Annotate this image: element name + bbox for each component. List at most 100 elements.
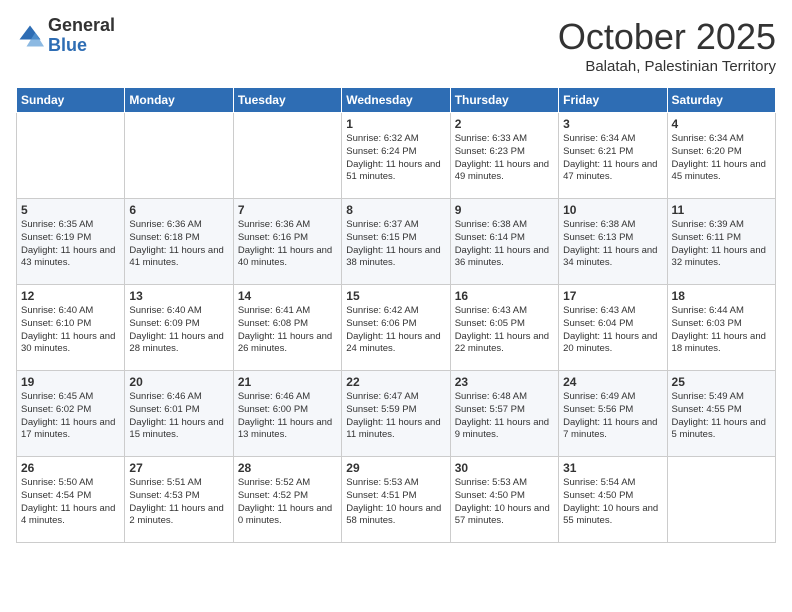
- day-number: 23: [455, 375, 554, 389]
- calendar-cell: 17 Sunrise: 6:43 AM Sunset: 6:04 PM Dayli…: [559, 285, 667, 371]
- day-number: 10: [563, 203, 662, 217]
- day-info: Sunrise: 5:53 AM Sunset: 4:50 PM Dayligh…: [455, 477, 554, 528]
- day-number: 18: [672, 289, 771, 303]
- calendar-cell: 11 Sunrise: 6:39 AM Sunset: 6:11 PM Dayli…: [667, 199, 775, 285]
- page-header: General Blue October 2025 Balatah, Pales…: [16, 16, 776, 75]
- calendar-cell: 3 Sunrise: 6:34 AM Sunset: 6:21 PM Daylig…: [559, 113, 667, 199]
- calendar-cell: 29 Sunrise: 5:53 AM Sunset: 4:51 PM Dayli…: [342, 457, 450, 543]
- day-number: 30: [455, 461, 554, 475]
- day-info: Sunrise: 6:40 AM Sunset: 6:10 PM Dayligh…: [21, 305, 120, 356]
- day-info: Sunrise: 6:32 AM Sunset: 6:24 PM Dayligh…: [346, 133, 445, 184]
- logo-blue: Blue: [48, 35, 87, 55]
- calendar-cell: 19 Sunrise: 6:45 AM Sunset: 6:02 PM Dayli…: [17, 371, 125, 457]
- day-number: 31: [563, 461, 662, 475]
- calendar-table: SundayMondayTuesdayWednesdayThursdayFrid…: [16, 87, 776, 543]
- weekday-header-row: SundayMondayTuesdayWednesdayThursdayFrid…: [17, 88, 776, 113]
- calendar-cell: 25 Sunrise: 5:49 AM Sunset: 4:55 PM Dayli…: [667, 371, 775, 457]
- day-number: 17: [563, 289, 662, 303]
- calendar-cell: 1Sunrise: 6:32 AM Sunset: 6:24 PM Daylig…: [342, 113, 450, 199]
- day-info: Sunrise: 6:42 AM Sunset: 6:06 PM Dayligh…: [346, 305, 445, 356]
- day-number: 26: [21, 461, 120, 475]
- logo-general: General: [48, 15, 115, 35]
- calendar-cell: 12 Sunrise: 6:40 AM Sunset: 6:10 PM Dayli…: [17, 285, 125, 371]
- calendar-cell: 7 Sunrise: 6:36 AM Sunset: 6:16 PM Daylig…: [233, 199, 341, 285]
- day-number: 20: [129, 375, 228, 389]
- weekday-header-thursday: Thursday: [450, 88, 558, 113]
- calendar-cell: 4Sunrise: 6:34 AM Sunset: 6:20 PM Daylig…: [667, 113, 775, 199]
- day-number: 5: [21, 203, 120, 217]
- day-number: 25: [672, 375, 771, 389]
- day-number: 15: [346, 289, 445, 303]
- calendar-cell: 18Sunrise: 6:44 AM Sunset: 6:03 PM Dayli…: [667, 285, 775, 371]
- calendar-cell: 28Sunrise: 5:52 AM Sunset: 4:52 PM Dayli…: [233, 457, 341, 543]
- day-number: 6: [129, 203, 228, 217]
- day-info: Sunrise: 6:36 AM Sunset: 6:16 PM Dayligh…: [238, 219, 337, 270]
- calendar-cell: 15 Sunrise: 6:42 AM Sunset: 6:06 PM Dayli…: [342, 285, 450, 371]
- calendar-cell: 5Sunrise: 6:35 AM Sunset: 6:19 PM Daylig…: [17, 199, 125, 285]
- day-info: Sunrise: 6:41 AM Sunset: 6:08 PM Dayligh…: [238, 305, 337, 356]
- day-number: 9: [455, 203, 554, 217]
- calendar-cell: 13 Sunrise: 6:40 AM Sunset: 6:09 PM Dayli…: [125, 285, 233, 371]
- calendar-cell: [125, 113, 233, 199]
- day-info: Sunrise: 6:45 AM Sunset: 6:02 PM Dayligh…: [21, 391, 120, 442]
- calendar-cell: 21Sunrise: 6:46 AM Sunset: 6:00 PM Dayli…: [233, 371, 341, 457]
- weekday-header-tuesday: Tuesday: [233, 88, 341, 113]
- location: Balatah, Palestinian Territory: [558, 58, 776, 75]
- calendar-cell: 2 Sunrise: 6:33 AM Sunset: 6:23 PM Daylig…: [450, 113, 558, 199]
- calendar-week-row: 26Sunrise: 5:50 AM Sunset: 4:54 PM Dayli…: [17, 457, 776, 543]
- calendar-cell: 27Sunrise: 5:51 AM Sunset: 4:53 PM Dayli…: [125, 457, 233, 543]
- day-number: 19: [21, 375, 120, 389]
- day-info: Sunrise: 5:49 AM Sunset: 4:55 PM Dayligh…: [672, 391, 771, 442]
- calendar-week-row: 5Sunrise: 6:35 AM Sunset: 6:19 PM Daylig…: [17, 199, 776, 285]
- day-info: Sunrise: 5:51 AM Sunset: 4:53 PM Dayligh…: [129, 477, 228, 528]
- day-info: Sunrise: 6:33 AM Sunset: 6:23 PM Dayligh…: [455, 133, 554, 184]
- day-number: 8: [346, 203, 445, 217]
- day-number: 14: [238, 289, 337, 303]
- weekday-header-friday: Friday: [559, 88, 667, 113]
- month-title: October 2025: [558, 16, 776, 58]
- day-info: Sunrise: 6:36 AM Sunset: 6:18 PM Dayligh…: [129, 219, 228, 270]
- calendar-cell: 8Sunrise: 6:37 AM Sunset: 6:15 PM Daylig…: [342, 199, 450, 285]
- logo-icon: [16, 22, 44, 50]
- calendar-week-row: 19 Sunrise: 6:45 AM Sunset: 6:02 PM Dayli…: [17, 371, 776, 457]
- day-number: 28: [238, 461, 337, 475]
- day-number: 13: [129, 289, 228, 303]
- calendar-week-row: 12 Sunrise: 6:40 AM Sunset: 6:10 PM Dayli…: [17, 285, 776, 371]
- day-info: Sunrise: 6:46 AM Sunset: 6:01 PM Dayligh…: [129, 391, 228, 442]
- weekday-header-monday: Monday: [125, 88, 233, 113]
- weekday-header-sunday: Sunday: [17, 88, 125, 113]
- day-info: Sunrise: 6:43 AM Sunset: 6:05 PM Dayligh…: [455, 305, 554, 356]
- calendar-cell: [233, 113, 341, 199]
- day-number: 2: [455, 117, 554, 131]
- day-info: Sunrise: 5:53 AM Sunset: 4:51 PM Dayligh…: [346, 477, 445, 528]
- day-number: 11: [672, 203, 771, 217]
- calendar-cell: 20 Sunrise: 6:46 AM Sunset: 6:01 PM Dayli…: [125, 371, 233, 457]
- weekday-header-saturday: Saturday: [667, 88, 775, 113]
- logo-text: General Blue: [48, 16, 115, 56]
- calendar-cell: [17, 113, 125, 199]
- day-info: Sunrise: 5:54 AM Sunset: 4:50 PM Dayligh…: [563, 477, 662, 528]
- day-number: 24: [563, 375, 662, 389]
- day-number: 29: [346, 461, 445, 475]
- calendar-cell: 23 Sunrise: 6:48 AM Sunset: 5:57 PM Dayli…: [450, 371, 558, 457]
- day-number: 4: [672, 117, 771, 131]
- day-info: Sunrise: 6:34 AM Sunset: 6:21 PM Dayligh…: [563, 133, 662, 184]
- calendar-cell: 24Sunrise: 6:49 AM Sunset: 5:56 PM Dayli…: [559, 371, 667, 457]
- day-info: Sunrise: 6:40 AM Sunset: 6:09 PM Dayligh…: [129, 305, 228, 356]
- day-number: 3: [563, 117, 662, 131]
- title-block: October 2025 Balatah, Palestinian Territ…: [558, 16, 776, 75]
- calendar-cell: 6 Sunrise: 6:36 AM Sunset: 6:18 PM Daylig…: [125, 199, 233, 285]
- day-number: 7: [238, 203, 337, 217]
- day-info: Sunrise: 6:39 AM Sunset: 6:11 PM Dayligh…: [672, 219, 771, 270]
- day-info: Sunrise: 6:38 AM Sunset: 6:14 PM Dayligh…: [455, 219, 554, 270]
- day-number: 12: [21, 289, 120, 303]
- calendar-cell: 22Sunrise: 6:47 AM Sunset: 5:59 PM Dayli…: [342, 371, 450, 457]
- weekday-header-wednesday: Wednesday: [342, 88, 450, 113]
- calendar-cell: 30 Sunrise: 5:53 AM Sunset: 4:50 PM Dayli…: [450, 457, 558, 543]
- day-number: 21: [238, 375, 337, 389]
- calendar-week-row: 1Sunrise: 6:32 AM Sunset: 6:24 PM Daylig…: [17, 113, 776, 199]
- calendar-cell: 26Sunrise: 5:50 AM Sunset: 4:54 PM Dayli…: [17, 457, 125, 543]
- day-info: Sunrise: 6:43 AM Sunset: 6:04 PM Dayligh…: [563, 305, 662, 356]
- day-info: Sunrise: 6:48 AM Sunset: 5:57 PM Dayligh…: [455, 391, 554, 442]
- calendar-cell: 14 Sunrise: 6:41 AM Sunset: 6:08 PM Dayli…: [233, 285, 341, 371]
